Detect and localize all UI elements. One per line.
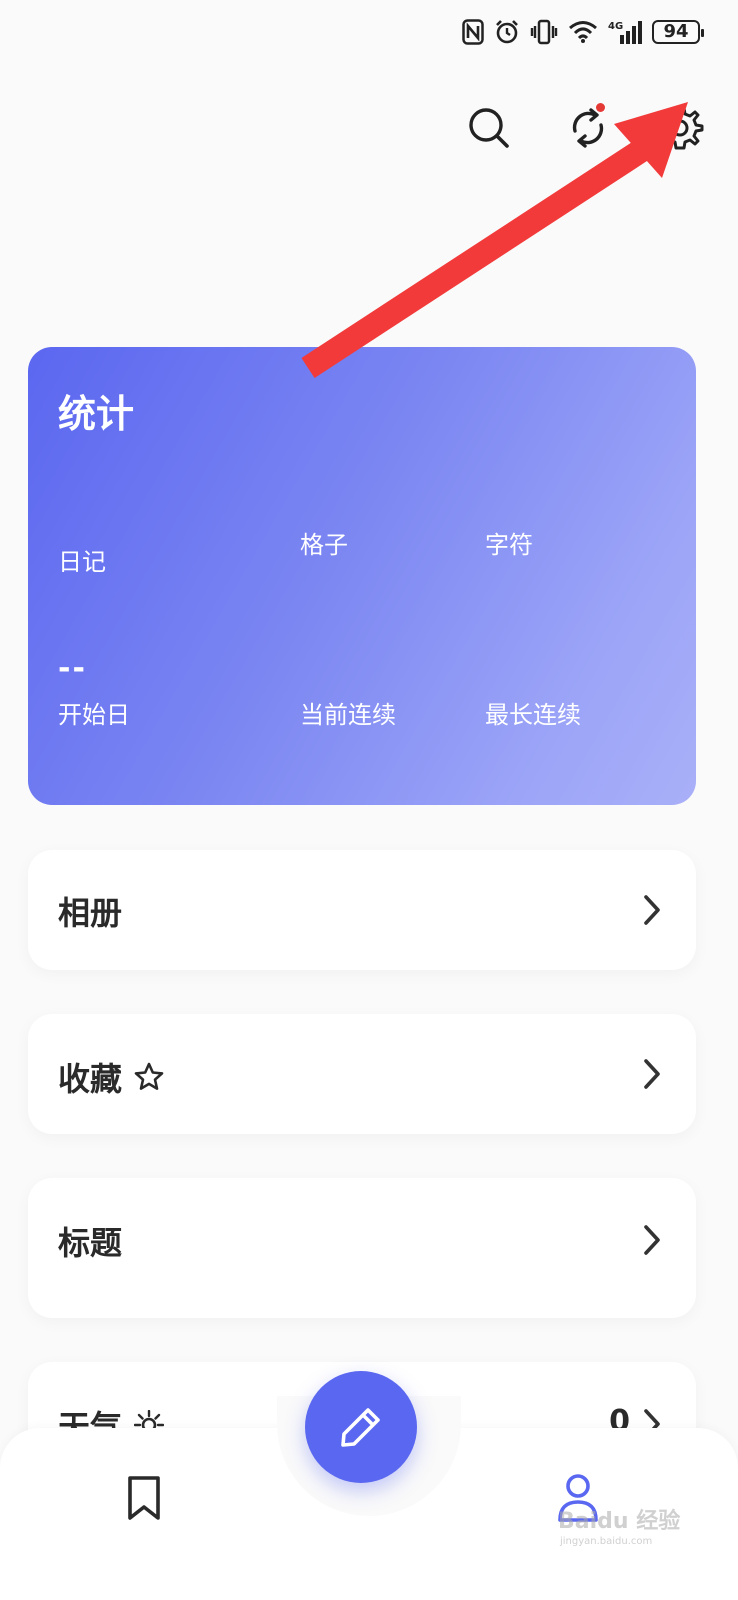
nav-bookmark[interactable] bbox=[114, 1468, 174, 1528]
album-card[interactable]: 相册 bbox=[28, 850, 696, 970]
favorites-label-text: 收藏 bbox=[58, 1060, 123, 1098]
settings-button[interactable] bbox=[652, 100, 708, 156]
album-label-text: 相册 bbox=[58, 894, 123, 932]
chevron-right-icon bbox=[638, 890, 666, 930]
status-bar: 4G 94 bbox=[462, 14, 704, 50]
stats-title: 统计 bbox=[58, 392, 135, 436]
chevron-right-icon bbox=[638, 1054, 666, 1094]
top-toolbar bbox=[0, 100, 738, 160]
svg-text:Baidu 经验: Baidu 经验 bbox=[558, 1508, 680, 1534]
wifi-icon bbox=[568, 20, 598, 44]
titles-label: 标题 bbox=[58, 1218, 122, 1264]
new-entry-button[interactable] bbox=[305, 1371, 417, 1483]
gear-icon bbox=[656, 106, 704, 150]
bookmark-icon bbox=[128, 1476, 160, 1520]
album-label: 相册 bbox=[58, 888, 122, 934]
svg-text:jingyan.baidu.com: jingyan.baidu.com bbox=[559, 1536, 652, 1547]
svg-text:4G: 4G bbox=[608, 21, 623, 32]
favorites-label: 收藏 bbox=[58, 1054, 164, 1100]
favorites-card[interactable]: 收藏 bbox=[28, 1014, 696, 1134]
notification-dot bbox=[596, 103, 605, 112]
stat-label-chars: 字符 bbox=[485, 531, 533, 559]
star-icon bbox=[134, 1062, 164, 1090]
search-icon bbox=[469, 108, 509, 148]
search-button[interactable] bbox=[461, 100, 517, 156]
stat-label-current-streak: 当前连续 bbox=[300, 701, 396, 729]
battery-level: 94 bbox=[663, 21, 689, 42]
stat-label-longest-streak: 最长连续 bbox=[485, 701, 581, 729]
chevron-right-icon bbox=[638, 1220, 666, 1260]
stat-value-start-date: -- bbox=[58, 651, 87, 686]
nfc-icon bbox=[462, 19, 484, 45]
signal-icon: 4G bbox=[608, 19, 642, 45]
stat-label-start-date: 开始日 bbox=[58, 701, 130, 729]
alarm-icon bbox=[494, 19, 520, 45]
sync-icon bbox=[572, 108, 604, 148]
baidu-watermark: Baidu 经验 jingyan.baidu.com bbox=[558, 1508, 680, 1547]
titles-label-text: 标题 bbox=[58, 1224, 123, 1262]
stats-card[interactable]: 统计 日记 格子 字符 -- 开始日 当前连续 最长连续 bbox=[28, 347, 696, 805]
edit-icon bbox=[341, 1408, 380, 1447]
stat-label-grid: 格子 bbox=[300, 531, 348, 559]
stat-label-diary: 日记 bbox=[58, 548, 106, 576]
vibrate-icon bbox=[530, 19, 558, 45]
sync-button[interactable] bbox=[560, 100, 616, 156]
titles-card[interactable]: 标题 bbox=[28, 1178, 696, 1318]
battery-icon: 94 bbox=[652, 20, 704, 44]
